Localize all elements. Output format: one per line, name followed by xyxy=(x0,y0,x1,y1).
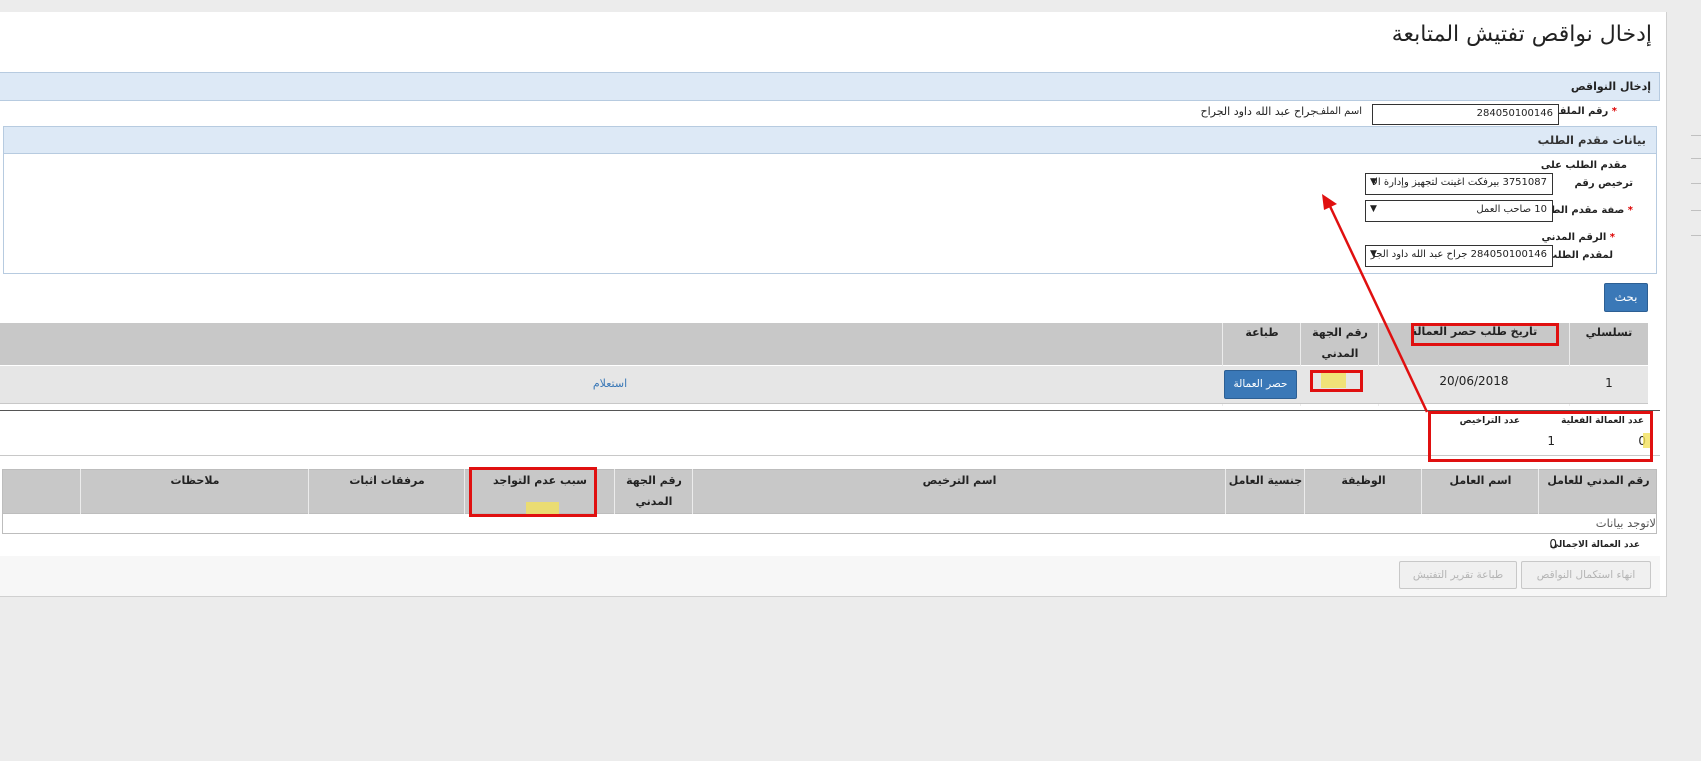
th-entity-civil-1: رقم الجهة xyxy=(626,474,682,487)
th-license-name: اسم الترخيص xyxy=(922,474,997,487)
file-number-input[interactable]: 284050100146 xyxy=(1372,104,1559,125)
search-button[interactable]: بحث xyxy=(1604,283,1648,312)
role-select-value: 10 صاحب العمل xyxy=(1476,204,1547,215)
file-number-label: * رقم الملف xyxy=(1554,106,1617,117)
license-label-1: مقدم الطلب على xyxy=(1540,160,1627,171)
scroll-tick xyxy=(1691,158,1701,159)
total-workers-label: عدد العمالة الاجمالي xyxy=(1549,540,1640,550)
th-entity-civil-2: المدني xyxy=(635,495,673,508)
civil-label-2: لمقدم الطلب xyxy=(1547,250,1613,261)
column-divider xyxy=(464,469,465,514)
required-star: * xyxy=(1624,205,1633,216)
column-divider xyxy=(1225,469,1226,514)
scroll-tick xyxy=(1691,235,1701,236)
required-star: * xyxy=(1608,106,1617,117)
civil-label-1: * الرقم المدني xyxy=(1541,232,1615,243)
row-serial: 1 xyxy=(1605,376,1613,390)
th-print: طباعة xyxy=(1245,326,1279,339)
applicant-section-title: بيانات مقدم الطلب xyxy=(1537,133,1646,147)
column-divider xyxy=(1421,469,1422,514)
inquiry-link[interactable]: استعلام xyxy=(570,377,650,390)
column-divider xyxy=(692,469,693,514)
th-worker-name: اسم العامل xyxy=(1449,474,1512,487)
column-divider xyxy=(1304,469,1305,514)
file-name-label: اسم الملف xyxy=(1315,106,1362,117)
th-nationality: جنسية العامل xyxy=(1228,474,1303,487)
license-label-2: ترخيص رقم xyxy=(1574,178,1633,189)
th-job: الوظيفة xyxy=(1341,474,1386,487)
required-star: * xyxy=(1606,232,1615,243)
scroll-tick xyxy=(1691,210,1701,211)
print-report-button[interactable]: طباعة تقرير التفتيش xyxy=(1399,561,1517,589)
th-attachments: مرفقات اثبات xyxy=(349,474,425,487)
applicant-section-header: بيانات مقدم الطلب xyxy=(4,127,1656,154)
empty-message: لاتوجد بيانات xyxy=(1595,516,1656,530)
workers-count-button[interactable]: حصر العمالة xyxy=(1224,370,1297,399)
annotation-arrow xyxy=(1322,194,1429,413)
finish-deficiencies-button[interactable]: انهاء استكمال النواقص xyxy=(1521,561,1651,589)
scroll-tick xyxy=(1691,135,1701,136)
column-divider xyxy=(614,469,615,514)
section-title: إدخال النواقص xyxy=(1570,80,1651,93)
column-divider xyxy=(308,469,309,514)
workers-table-body xyxy=(2,514,1657,534)
th-serial: تسلسلي xyxy=(1585,326,1633,339)
section-header: إدخال النواقص xyxy=(0,72,1660,101)
license-select-value: 3751087 بيرفكت اغينت لتجهيز وإدارة الا xyxy=(1372,177,1547,188)
column-divider xyxy=(1538,469,1539,514)
chevron-down-icon: ▼ xyxy=(1370,177,1377,187)
annotation-box-counts xyxy=(1428,411,1653,462)
annotation-box-absence-reason xyxy=(469,467,597,517)
total-workers-value: 0 xyxy=(1549,537,1557,551)
scroll-tick xyxy=(1691,183,1701,184)
column-divider xyxy=(80,469,81,514)
th-notes: ملاحظات xyxy=(170,474,220,487)
th-worker-civil-id: رقم المدني للعامل xyxy=(1547,474,1650,487)
file-name-value: جراح عبد الله داود الجراح xyxy=(1200,105,1317,118)
page-title: إدخال نواقص تفتيش المتابعة xyxy=(1391,22,1652,47)
